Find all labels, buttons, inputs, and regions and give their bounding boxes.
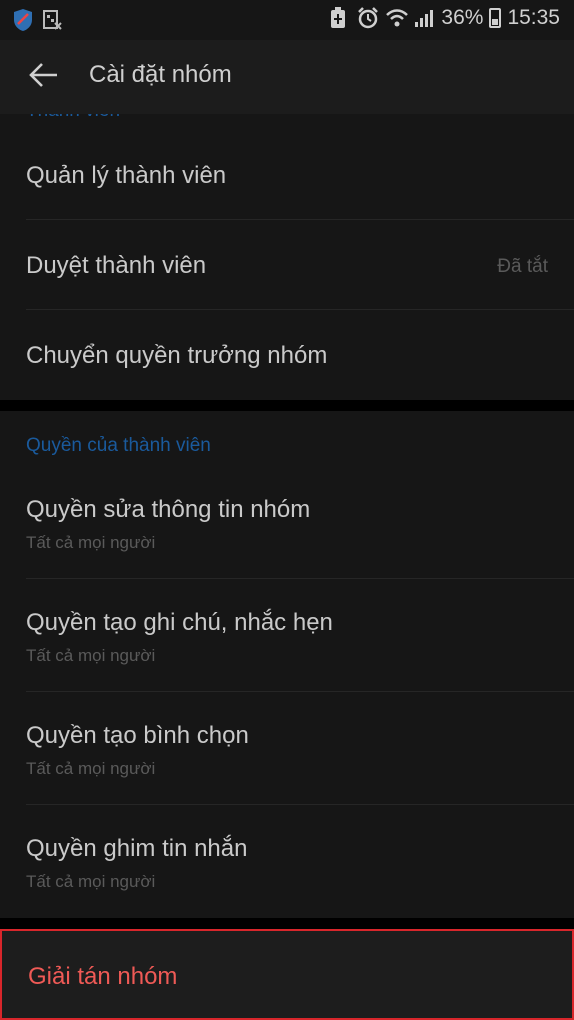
list-item-title: Quyền ghim tin nhắn	[26, 835, 248, 862]
arrow-left-icon	[29, 62, 59, 93]
list-item-subtitle: Tất cả mọi người	[26, 872, 156, 891]
list-item-title: Quản lý thành viên	[26, 162, 227, 189]
alarm-icon	[357, 7, 379, 29]
list-item-title: Quyền tạo ghi chú, nhắc hẹn	[26, 609, 333, 636]
clock: 15:35	[507, 6, 560, 29]
list-item-pin-messages-permission[interactable]: Quyền ghim tin nhắn Tất cả mọi người	[0, 805, 574, 918]
list-item-subtitle: Tất cả mọi người	[26, 533, 156, 552]
signal-icon	[413, 7, 435, 29]
list-item-approve-members[interactable]: Duyệt thành viên Đã tắt	[0, 220, 574, 310]
battery-icon	[489, 8, 502, 28]
list-item-notes-reminders-permission[interactable]: Quyền tạo ghi chú, nhắc hẹn Tất cả mọi n…	[0, 579, 574, 692]
back-button[interactable]	[16, 54, 72, 100]
list-item-title: Chuyển quyền trưởng nhóm	[26, 342, 328, 369]
list-item-title: Quyền sửa thông tin nhóm	[26, 496, 311, 523]
dissolve-group-label: Giải tán nhóm	[28, 963, 178, 990]
status-bar: 36% 15:35	[0, 0, 574, 40]
section-header-members: Thành viên	[26, 114, 120, 122]
list-item-title: Duyệt thành viên	[26, 252, 207, 279]
list-item-edit-info-permission[interactable]: Quyền sửa thông tin nhóm Tất cả mọi ngườ…	[0, 466, 574, 579]
section-danger: Giải tán nhóm	[0, 929, 574, 1020]
shield-app-icon	[12, 8, 34, 37]
list-item-title: Quyền tạo bình chọn	[26, 722, 249, 749]
wifi-icon	[385, 7, 409, 29]
dissolve-group-button[interactable]: Giải tán nhóm	[0, 929, 574, 1020]
status-bar-right: 36% 15:35	[329, 6, 560, 30]
section-members: Thành viên Quản lý thành viên Duyệt thàn…	[0, 114, 574, 400]
page-title: Cài đặt nhóm	[89, 61, 232, 88]
list-item-subtitle: Tất cả mọi người	[26, 759, 156, 778]
status-bar-left	[12, 8, 62, 37]
section-header-permissions: Quyền của thành viên	[26, 435, 211, 456]
battery-percent: 36%	[441, 6, 484, 29]
app-bar: Cài đặt nhóm	[0, 40, 574, 114]
list-item-subtitle: Tất cả mọi người	[26, 646, 156, 665]
battery-saver-icon	[329, 7, 351, 29]
tablet-app-icon	[42, 9, 62, 36]
list-item-polls-permission[interactable]: Quyền tạo bình chọn Tất cả mọi người	[0, 692, 574, 805]
section-permissions: Quyền của thành viên Quyền sửa thông tin…	[0, 411, 574, 918]
approve-members-status: Đã tắt	[497, 256, 548, 277]
list-item-manage-members[interactable]: Quản lý thành viên	[0, 130, 574, 220]
list-item-transfer-ownership[interactable]: Chuyển quyền trưởng nhóm	[0, 310, 574, 400]
